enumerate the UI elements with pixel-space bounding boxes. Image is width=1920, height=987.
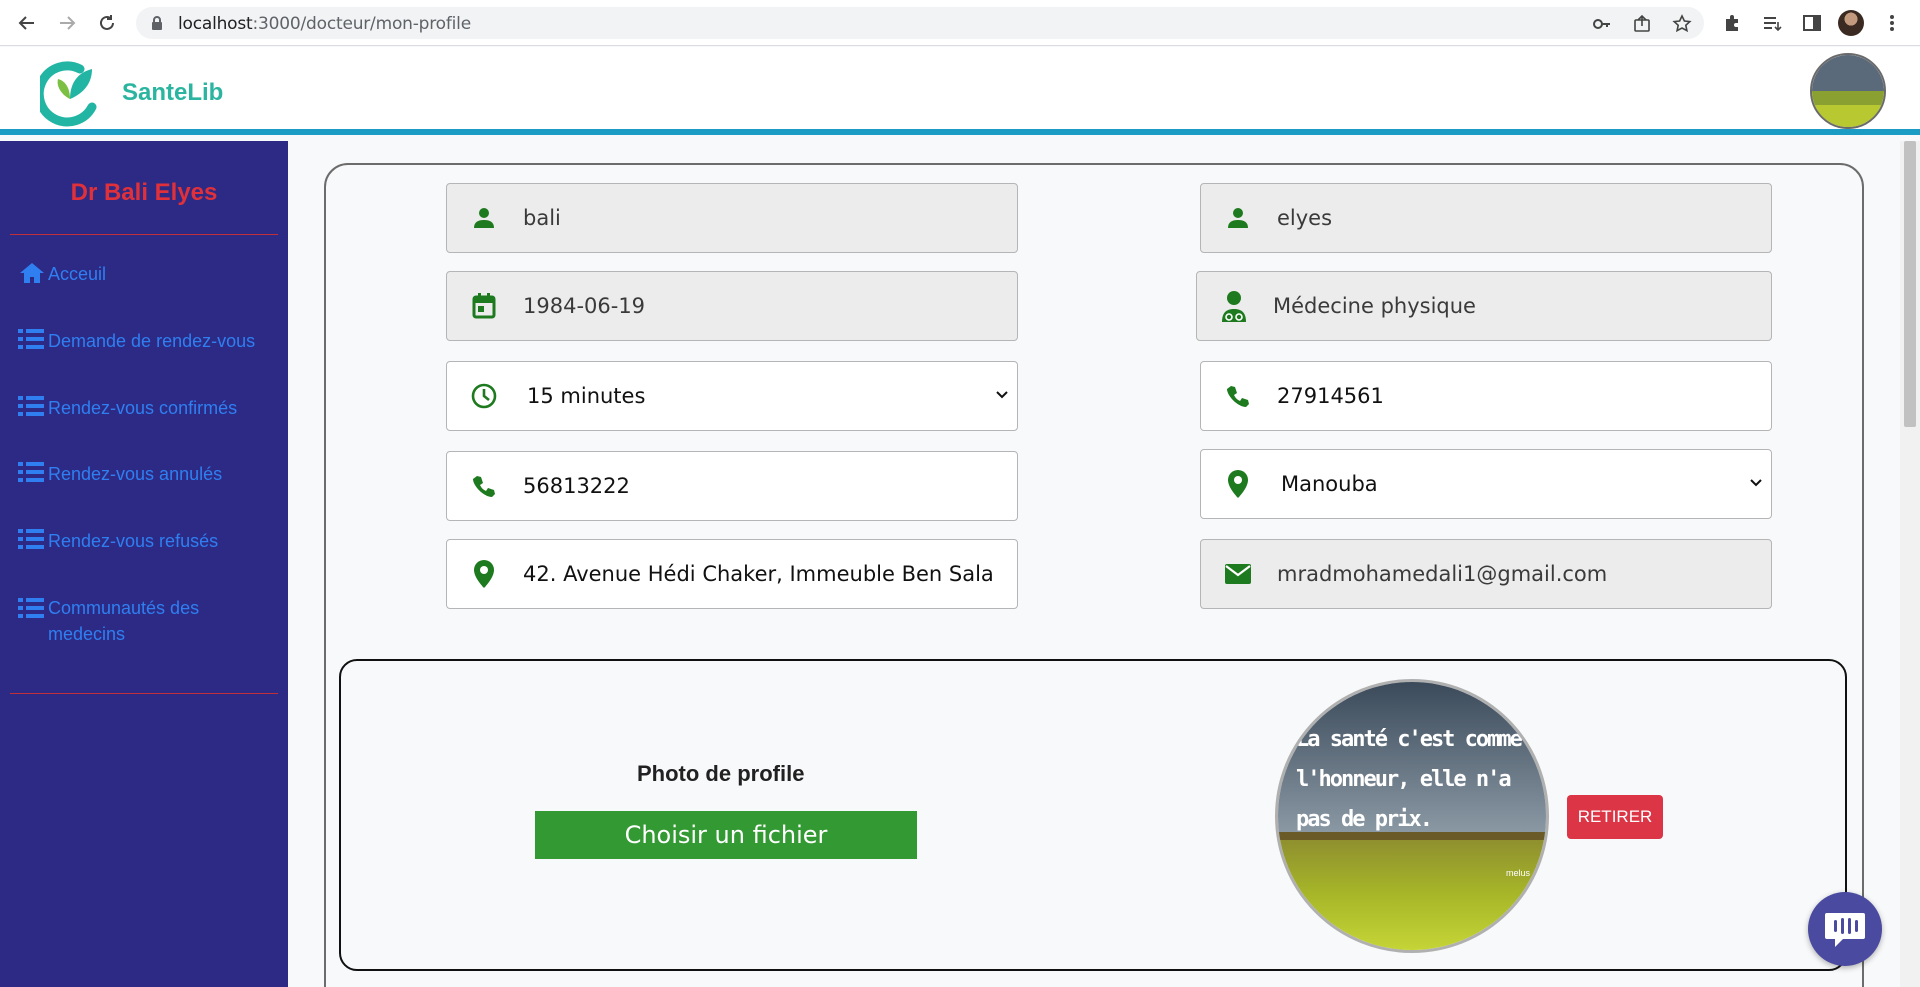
clock-icon — [447, 361, 517, 431]
list-icon — [18, 461, 48, 483]
last-name-value: bali — [523, 206, 561, 230]
santelib-logo-icon — [40, 61, 97, 127]
mail-icon — [1201, 539, 1271, 609]
sidebar-item-annules[interactable]: Rendez-vous annulés — [18, 461, 280, 487]
sidebar-item-label: Rendez-vous annulés — [48, 464, 223, 484]
reading-list-button[interactable] — [1757, 8, 1787, 38]
reload-icon — [100, 15, 114, 30]
avatar-image — [1812, 55, 1884, 127]
first-name-value: elyes — [1277, 206, 1333, 230]
page-scrollbar[interactable] — [1900, 141, 1920, 987]
last-name-field[interactable]: bali — [446, 183, 1018, 253]
reload-button[interactable] — [92, 8, 122, 38]
photo-label: Photo de profile — [637, 761, 805, 786]
photo-caption: La santé c'est comme l'honneur, elle n'a… — [1296, 727, 1523, 832]
list-icon — [18, 528, 48, 550]
arrow-left-icon — [18, 16, 34, 30]
first-name-field[interactable]: elyes — [1200, 183, 1772, 253]
profile-photo: La santé c'est comme l'honneur, elle n'a… — [1275, 679, 1549, 953]
chat-button[interactable] — [1808, 892, 1882, 966]
email-field[interactable]: mradmohamedali1@gmail.com — [1200, 539, 1772, 609]
sidebar-item-acceuil[interactable]: Acceuil — [18, 261, 280, 287]
list-icon — [18, 395, 48, 417]
address-bar[interactable]: localhost:3000/docteur/mon-profile — [136, 7, 1704, 39]
side-panel-icon — [1803, 15, 1821, 31]
arrow-right-icon — [60, 16, 76, 30]
remove-photo-button[interactable]: RETIRER — [1567, 795, 1663, 839]
phone-icon — [1201, 361, 1271, 431]
address-value: 42. Avenue Hédi Chaker, Immeuble Ben Sal… — [523, 562, 993, 586]
duration-value: 15 minutes — [527, 384, 646, 408]
person-icon — [447, 183, 517, 253]
list-icon — [18, 595, 48, 619]
url-host: localhost — [178, 14, 253, 34]
sidebar-item-label: Rendez-vous confirmés — [48, 398, 238, 418]
person-icon — [1201, 183, 1271, 253]
main-content: bali elyes 1984-06-19 Médecine physique … — [288, 141, 1900, 987]
sidebar-item-demande[interactable]: Demande de rendez-vous — [18, 328, 280, 354]
scrollbar-thumb[interactable] — [1904, 141, 1916, 427]
governorate-select[interactable]: Manouba — [1200, 449, 1772, 519]
birth-date-field[interactable]: 1984-06-19 — [446, 271, 1018, 341]
birth-date-value: 1984-06-19 — [523, 294, 646, 318]
user-avatar[interactable] — [1810, 53, 1886, 129]
photo-section: Photo de profile Choisir un fichier La s… — [339, 659, 1847, 971]
forward-button[interactable] — [52, 8, 82, 38]
key-icon[interactable] — [1592, 14, 1612, 34]
sidebar-item-label: Communautés des medecins — [48, 598, 200, 644]
specialty-value: Médecine physique — [1273, 294, 1476, 318]
sidebar-item-label: Demande de rendez-vous — [48, 331, 256, 351]
list-icon — [18, 328, 48, 350]
doctor-name: Dr Bali Elyes — [70, 179, 218, 206]
location-pin-icon — [1201, 449, 1271, 519]
email-value: mradmohamedali1@gmail.com — [1277, 562, 1608, 586]
sidebar-divider — [10, 693, 278, 694]
brand-logo[interactable]: SanteLib — [40, 55, 240, 127]
sidebar: Dr Bali Elyes Acceuil Demande de rendez-… — [0, 141, 288, 987]
sidebar-item-label: Rendez-vous refusés — [48, 531, 219, 551]
url-text: localhost:3000/docteur/mon-profile — [178, 14, 471, 34]
app-header: SanteLib — [0, 47, 1920, 135]
side-panel-button[interactable] — [1797, 8, 1827, 38]
kebab-menu-icon — [1890, 15, 1894, 31]
back-button[interactable] — [12, 8, 42, 38]
lock-icon — [152, 16, 162, 30]
address-field[interactable]: 42. Avenue Hédi Chaker, Immeuble Ben Sal… — [446, 539, 1018, 609]
bookmark-star-icon[interactable] — [1672, 14, 1692, 34]
sidebar-item-refuses[interactable]: Rendez-vous refusés — [18, 528, 280, 554]
governorate-value: Manouba — [1281, 472, 1378, 496]
phone-1-field[interactable]: 27914561 — [1200, 361, 1772, 431]
phone-1-value: 27914561 — [1277, 384, 1384, 408]
sidebar-item-communautes[interactable]: Communautés des medecins — [18, 595, 280, 647]
chevron-down-icon — [1750, 479, 1762, 487]
reading-list-icon — [1764, 17, 1782, 32]
sidebar-item-confirmes[interactable]: Rendez-vous confirmés — [18, 395, 280, 421]
profile-avatar[interactable] — [1838, 10, 1864, 36]
menu-button[interactable] — [1877, 8, 1907, 38]
calendar-icon — [447, 271, 517, 341]
phone-2-field[interactable]: 56813222 — [446, 451, 1018, 521]
phone-2-value: 56813222 — [523, 474, 630, 498]
url-path: :3000/docteur/mon-profile — [252, 14, 472, 34]
puzzle-icon — [1726, 15, 1738, 31]
share-icon[interactable] — [1632, 14, 1652, 34]
photo-signature: melus — [1506, 868, 1531, 878]
home-icon — [18, 261, 48, 285]
specialty-field[interactable]: Médecine physique — [1196, 271, 1772, 341]
location-pin-icon — [447, 539, 517, 609]
phone-icon — [447, 451, 517, 521]
chevron-down-icon — [996, 391, 1008, 399]
sidebar-item-label: Acceuil — [48, 264, 107, 284]
browser-toolbar: localhost:3000/docteur/mon-profile — [0, 0, 1920, 46]
choose-file-button[interactable]: Choisir un fichier — [535, 811, 917, 859]
sidebar-divider — [10, 234, 278, 235]
extensions-button[interactable] — [1717, 8, 1747, 38]
chat-bubble-icon — [1825, 913, 1865, 947]
doctor-icon — [1197, 271, 1267, 341]
brand-name: SanteLib — [122, 79, 224, 106]
duration-select[interactable]: 15 minutes — [446, 361, 1018, 431]
